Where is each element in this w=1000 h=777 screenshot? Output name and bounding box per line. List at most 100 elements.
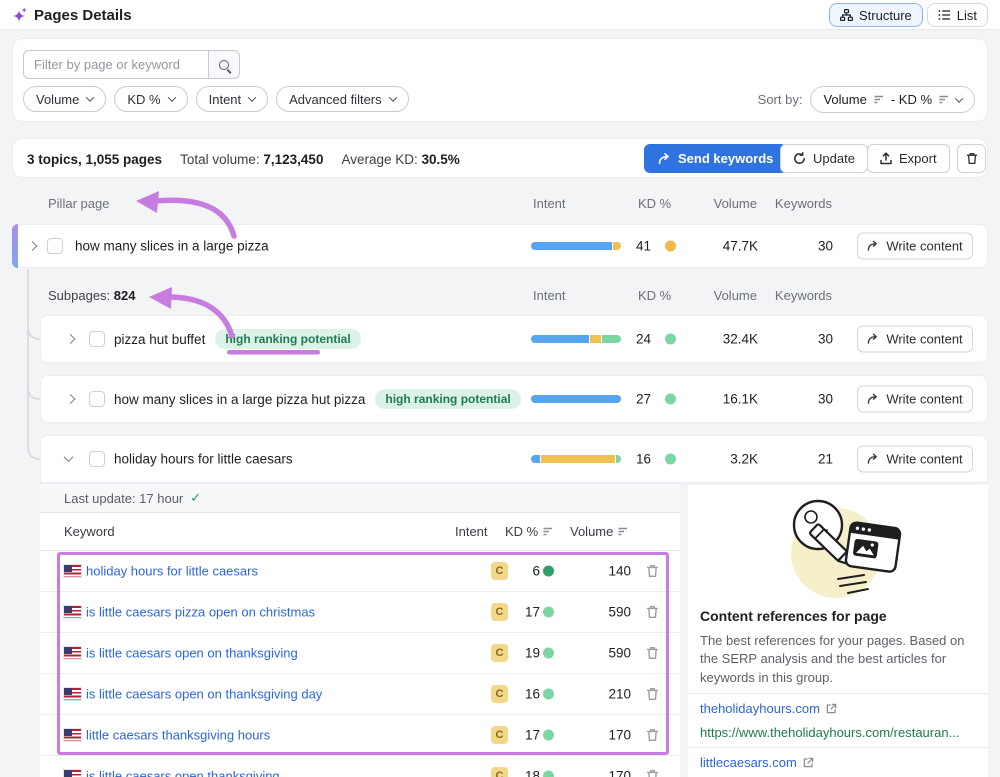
update-button[interactable]: Update — [780, 144, 868, 173]
delete-keyword-button[interactable] — [646, 605, 659, 619]
pillar-page-label: Pillar page — [48, 196, 109, 211]
list-view-button[interactable]: List — [927, 3, 988, 27]
keyword-row[interactable]: little caesars thanksgiving hours C 17 1… — [40, 715, 680, 756]
row-checkbox[interactable] — [89, 391, 105, 407]
export-button[interactable]: Export — [867, 144, 950, 173]
row-checkbox[interactable] — [89, 331, 105, 347]
col-keywords-label: Keywords — [770, 288, 832, 303]
external-link-icon — [826, 703, 837, 714]
keyword-link[interactable]: little caesars thanksgiving hours — [86, 728, 270, 743]
kd-dot — [543, 689, 554, 700]
expand-chevron-icon[interactable] — [66, 334, 76, 344]
write-content-button[interactable]: Write content — [857, 386, 973, 413]
reference-url[interactable]: https://www.theholidayhours.com/restaura… — [700, 725, 982, 740]
pillar-row[interactable]: how many slices in a large pizza 41 47.7… — [12, 224, 988, 268]
total-volume: Total volume: 7,123,450 — [180, 152, 323, 167]
kd-dot — [543, 607, 554, 618]
keyword-row[interactable]: is little caesars pizza open on christma… — [40, 592, 680, 633]
divider — [688, 747, 988, 748]
reference-link[interactable]: littlecaesars.com — [700, 755, 814, 770]
keyword-link[interactable]: is little caesars open on thanksgiving d… — [86, 687, 322, 702]
keywords-value: 30 — [771, 332, 833, 347]
filter-panel: Volume KD % Intent Advanced filters Sort… — [12, 38, 988, 122]
stats-bar: 3 topics, 1,055 pages Total volume: 7,12… — [12, 138, 988, 178]
write-content-button[interactable]: Write content — [857, 326, 973, 353]
top-bar: Pages Details Structure List — [0, 0, 1000, 30]
collapse-chevron-icon[interactable] — [64, 452, 74, 462]
row-checkbox[interactable] — [89, 451, 105, 467]
chevron-down-icon — [955, 94, 963, 102]
delete-button[interactable] — [957, 144, 986, 173]
sort-dropdown[interactable]: Volume - KD % — [810, 86, 975, 113]
intent-bar — [531, 395, 621, 403]
keyword-link[interactable]: is little caesars pizza open on christma… — [86, 605, 315, 620]
intent-bar — [531, 242, 621, 250]
kd-dot — [665, 454, 676, 465]
structure-view-button[interactable]: Structure — [829, 3, 923, 27]
kd-value: 18 — [505, 769, 540, 777]
references-title: Content references for page — [700, 608, 887, 624]
keyword-table: Keyword Intent KD % Volume holiday hours… — [40, 513, 680, 777]
share-arrow-icon — [867, 334, 879, 345]
volume-value: 210 — [585, 687, 631, 702]
sort-area: Sort by: Volume - KD % — [758, 86, 975, 113]
list-label: List — [957, 8, 977, 23]
write-content-button[interactable]: Write content — [857, 233, 973, 260]
keyword-row[interactable]: holiday hours for little caesars C 6 140 — [40, 551, 680, 592]
keyword-link[interactable]: is little caesars open thanksgiving — [86, 769, 280, 777]
kd-dot — [543, 730, 554, 741]
search-input[interactable] — [23, 50, 209, 79]
page-title-text: Pages Details — [34, 7, 132, 24]
filter-chips: Volume KD % Intent Advanced filters — [23, 86, 409, 112]
col-volume-label: Volume — [690, 196, 757, 211]
share-arrow-icon — [867, 454, 879, 465]
keyword-row[interactable]: is little caesars open thanksgiving C 18… — [40, 756, 680, 777]
advanced-filters-chip[interactable]: Advanced filters — [276, 86, 409, 112]
kd-value: 17 — [505, 728, 540, 743]
kt-kd-header[interactable]: KD % — [505, 524, 553, 539]
intent-filter-chip[interactable]: Intent — [196, 86, 269, 112]
tree-connector-lines — [28, 269, 40, 459]
kd-value: 41 — [619, 239, 651, 254]
write-content-button[interactable]: Write content — [857, 446, 973, 473]
pillar-checkbox[interactable] — [47, 238, 63, 254]
reference-link[interactable]: theholidayhours.com — [700, 701, 837, 716]
kd-filter-chip[interactable]: KD % — [114, 86, 187, 112]
chevron-down-icon — [167, 93, 175, 101]
kt-volume-header[interactable]: Volume — [570, 524, 628, 539]
delete-keyword-button[interactable] — [646, 646, 659, 660]
expand-chevron-icon[interactable] — [66, 394, 76, 404]
delete-keyword-button[interactable] — [646, 728, 659, 742]
delete-keyword-button[interactable] — [646, 564, 659, 578]
lightbulb-illustration — [768, 491, 908, 607]
keyword-link[interactable]: is little caesars open on thanksgiving — [86, 646, 298, 661]
volume-value: 3.2K — [691, 452, 758, 467]
kd-value: 16 — [619, 452, 651, 467]
kt-keyword-header: Keyword — [64, 524, 115, 539]
export-icon — [880, 152, 892, 165]
kd-value: 16 — [505, 687, 540, 702]
volume-value: 590 — [585, 605, 631, 620]
keyword-row[interactable]: is little caesars open on thanksgiving C… — [40, 633, 680, 674]
delete-keyword-button[interactable] — [646, 769, 659, 777]
volume-filter-chip[interactable]: Volume — [23, 86, 106, 112]
kd-value: 6 — [505, 564, 540, 579]
volume-value: 170 — [585, 728, 631, 743]
delete-keyword-button[interactable] — [646, 687, 659, 701]
volume-value: 47.7K — [691, 239, 758, 254]
expand-chevron-icon[interactable] — [28, 241, 38, 251]
check-icon: ✓ — [190, 490, 201, 506]
trash-icon — [646, 605, 659, 619]
subpage-row[interactable]: how many slices in a large pizza hut piz… — [40, 375, 988, 423]
trash-icon — [646, 687, 659, 701]
send-keywords-button[interactable]: Send keywords — [644, 144, 787, 173]
keyword-row[interactable]: is little caesars open on thanksgiving d… — [40, 674, 680, 715]
subpage-row[interactable]: pizza hut buffet high ranking potential … — [40, 315, 988, 363]
structure-icon — [840, 9, 853, 21]
search-button[interactable] — [209, 50, 240, 79]
search-icon — [219, 60, 229, 70]
us-flag-icon — [64, 565, 81, 577]
keyword-link[interactable]: holiday hours for little caesars — [86, 564, 258, 579]
refresh-icon — [793, 152, 806, 165]
subpage-row-expanded[interactable]: holiday hours for little caesars 16 3.2K… — [40, 435, 988, 483]
